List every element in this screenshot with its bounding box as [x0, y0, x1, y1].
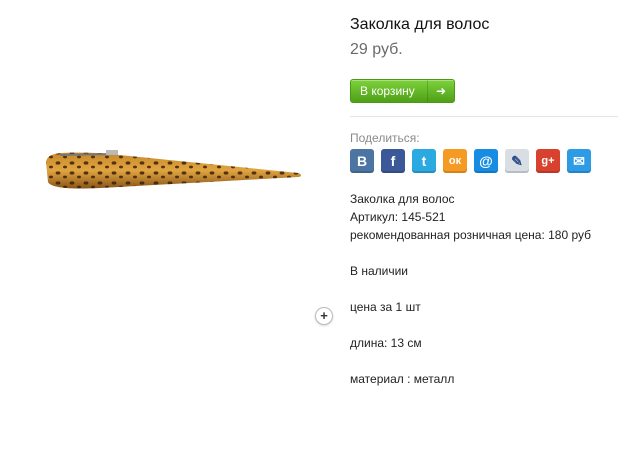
facebook-icon[interactable]: f	[381, 149, 405, 173]
email-icon[interactable]: ✉	[567, 149, 591, 173]
length-info: длина: 13 см	[350, 336, 422, 350]
twitter-icon[interactable]: t	[412, 149, 436, 173]
odnoklassniki-icon[interactable]: ок	[443, 149, 467, 173]
zoom-icon[interactable]: +	[315, 307, 333, 325]
unit-info: цена за 1 шт	[350, 300, 421, 314]
product-price: 29 руб.	[350, 41, 403, 58]
divider	[350, 116, 618, 117]
recommended-price: рекомендованная розничная цена: 180 руб	[350, 228, 592, 242]
arrow-right-icon: ➜	[427, 80, 454, 102]
product-image[interactable]	[40, 140, 310, 200]
share-label: Поделиться:	[350, 131, 420, 145]
livejournal-icon[interactable]: ✎	[505, 149, 529, 173]
add-to-cart-button[interactable]: В корзину ➜	[350, 79, 455, 103]
product-description: Заколка для волос Артикул: 145-521 реком…	[350, 190, 591, 388]
share-icons: Bf t ок @ ✎ g+ ✉	[350, 149, 591, 173]
availability-status: В наличии	[350, 264, 409, 278]
vkontakte-icon[interactable]: B	[350, 149, 374, 173]
hair-clip-image	[46, 150, 301, 189]
add-to-cart-label: В корзину	[360, 84, 415, 98]
google-plus-icon[interactable]: g+	[536, 149, 560, 173]
article-number: Артикул: 145-521	[350, 210, 446, 224]
mail-ru-icon[interactable]: @	[474, 149, 498, 173]
material-info: материал : металл	[350, 372, 455, 386]
description-title: Заколка для волос	[350, 192, 455, 206]
product-title: Заколка для волос	[350, 16, 490, 33]
product-info: Заколка для волос 29 руб. В корзину ➜	[350, 14, 618, 103]
